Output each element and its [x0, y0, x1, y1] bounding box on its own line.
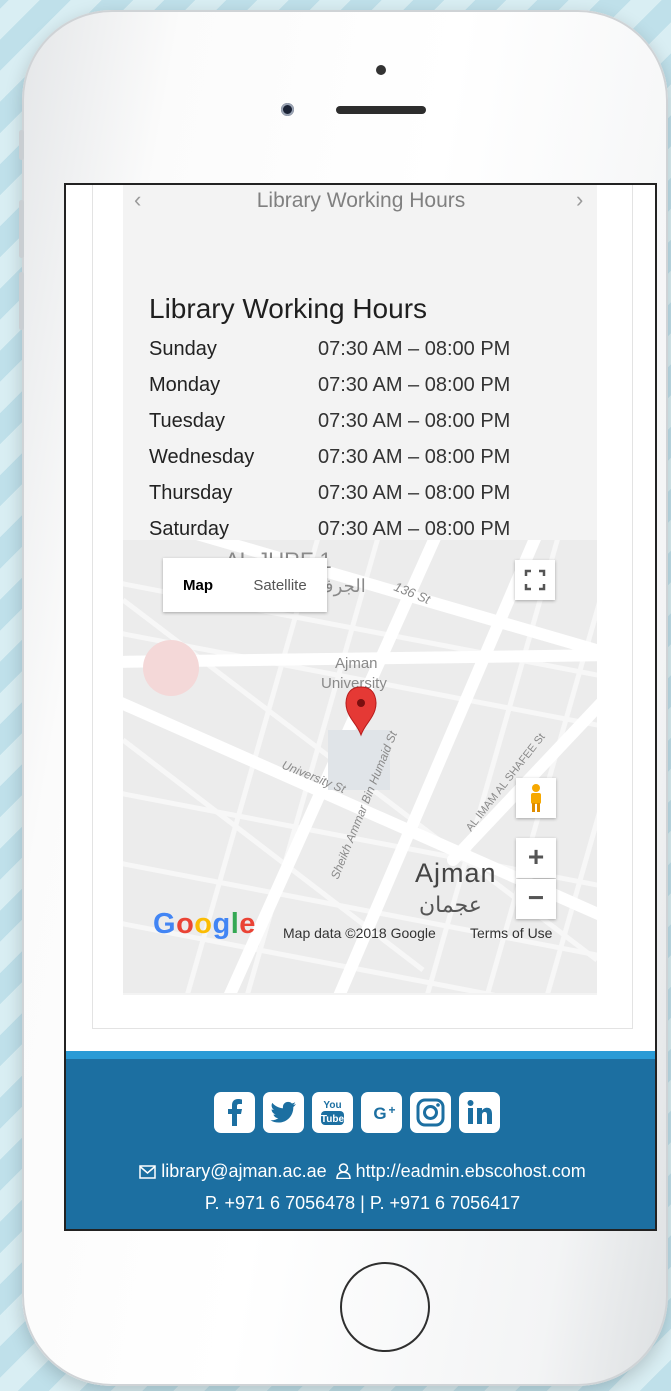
hours-heading: Library Working Hours [149, 293, 428, 324]
svg-text:+: + [388, 1103, 395, 1117]
carousel-title: Library Working Hours [256, 189, 466, 212]
hours-row: Thursday 07:30 AM – 08:00 PM [149, 475, 510, 511]
time-range: 07:30 AM – 08:00 PM [318, 373, 511, 396]
google-map[interactable]: AL JURF 1 الجرف 136 St Ajman University … [123, 540, 597, 993]
instagram-icon[interactable] [410, 1092, 451, 1133]
phone-screen: ‹ Library Working Hours › Library Workin… [64, 183, 657, 1231]
email-link[interactable]: library@ajman.ac.ae [161, 1161, 326, 1181]
time-range: 07:30 AM – 08:00 PM [318, 409, 511, 432]
svg-text:Tube: Tube [321, 1114, 345, 1125]
youtube-icon[interactable]: You Tube [312, 1092, 353, 1133]
home-button[interactable] [340, 1262, 430, 1352]
hours-table: Sunday 07:30 AM – 08:00 PM Monday 07:30 AM… [149, 331, 510, 547]
footer-accent-strip [66, 1051, 655, 1059]
hours-row: Wednesday 07:30 AM – 08:00 PM [149, 439, 510, 475]
map-label-university-1: Ajman [335, 655, 378, 672]
phone-side-button [19, 272, 24, 330]
proximity-sensor [376, 65, 386, 75]
front-camera [281, 103, 294, 116]
day-label: Wednesday [149, 445, 255, 468]
google-plus-icon[interactable]: G + [361, 1092, 402, 1133]
website-link[interactable]: http://eadmin.ebscohost.com [356, 1161, 586, 1181]
phone-side-button [19, 130, 24, 160]
hours-row: Sunday 07:30 AM – 08:00 PM [149, 331, 510, 367]
terms-of-use-link[interactable]: Terms of Use [470, 925, 552, 941]
day-label: Monday [149, 373, 221, 396]
phone-numbers: P. +971 6 7056478 | P. +971 6 7056417 [204, 1193, 521, 1213]
time-range: 07:30 AM – 08:00 PM [318, 481, 511, 504]
svg-text:You: You [323, 1100, 341, 1111]
map-type-satellite-button[interactable]: Satellite [233, 558, 327, 612]
linkedin-icon[interactable] [459, 1092, 500, 1133]
pegman-icon[interactable] [516, 778, 556, 818]
contact-line: library@ajman.ac.ae http://eadmin.ebscoh… [66, 1161, 655, 1184]
chevron-left-icon[interactable]: ‹ [134, 187, 141, 213]
footer: You Tube G + library@ajman.ac.ae http://… [66, 1059, 655, 1229]
map-type-map-button[interactable]: Map [163, 558, 233, 612]
day-label: Thursday [149, 481, 233, 504]
svg-text:G: G [373, 1104, 386, 1123]
facebook-icon[interactable] [214, 1092, 255, 1133]
hours-row: Monday 07:30 AM – 08:00 PM [149, 367, 510, 403]
zoom-out-button[interactable]: − [516, 879, 556, 919]
time-range: 07:30 AM – 08:00 PM [318, 337, 511, 360]
time-range: 07:30 AM – 08:00 PM [318, 445, 511, 468]
day-label: Tuesday [149, 409, 225, 432]
day-label: Sunday [149, 337, 217, 360]
chevron-right-icon[interactable]: › [576, 187, 583, 213]
earpiece-speaker [336, 106, 426, 114]
social-links: You Tube G + [214, 1092, 500, 1133]
map-type-control: Map Satellite [163, 558, 327, 612]
mail-icon [139, 1163, 156, 1184]
google-logo: Google [153, 908, 256, 940]
map-label-city-ar: عجمان [419, 893, 482, 918]
fullscreen-icon[interactable] [515, 560, 555, 600]
map-label-city: Ajman [415, 858, 497, 888]
phone-side-button [19, 200, 24, 258]
twitter-icon[interactable] [263, 1092, 304, 1133]
map-attribution: Map data ©2018 Google [283, 925, 436, 941]
hours-row: Tuesday 07:30 AM – 08:00 PM [149, 403, 510, 439]
zoom-in-button[interactable]: + [516, 838, 556, 878]
user-icon [335, 1163, 351, 1184]
